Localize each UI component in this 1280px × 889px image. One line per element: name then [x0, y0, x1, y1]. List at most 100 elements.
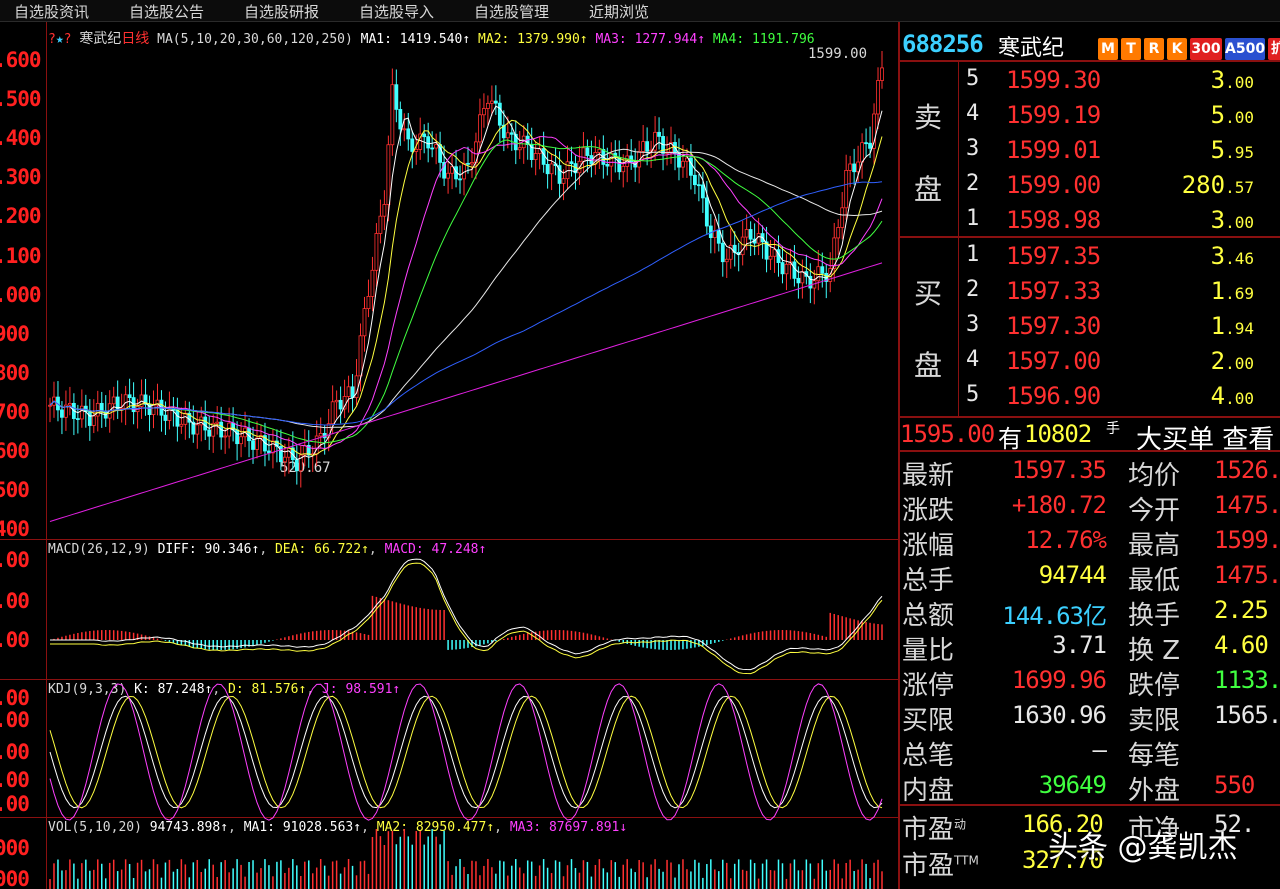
- ask-book: 卖 盘 5 1599.30 3.00 4 1599.19 5.00 3 1599.01 5.95…: [900, 60, 1280, 239]
- candle-body: [458, 178, 462, 181]
- level-volume: 4.00: [1210, 382, 1254, 410]
- ask-level[interactable]: 3 1599.01 5.95: [960, 134, 1280, 169]
- candle-body: [374, 233, 379, 271]
- ask-level[interactable]: 4 1599.19 5.00: [960, 99, 1280, 134]
- stat-value: 4.60: [1214, 631, 1269, 659]
- menu-item-manage[interactable]: 自选股管理: [474, 1, 549, 22]
- candle-body: [183, 412, 188, 425]
- stat-label: 量比: [902, 636, 955, 666]
- menu-item-news[interactable]: 自选股资讯: [14, 1, 89, 22]
- big-buy-qty: 10802: [1024, 420, 1092, 448]
- chart-area[interactable]: .600.500.400.300.200.100.000900800700600…: [0, 22, 898, 889]
- stat-label: 最高: [1128, 531, 1181, 561]
- candle-body: [382, 204, 387, 217]
- candle-body: [880, 67, 884, 81]
- candle-body: [386, 144, 391, 205]
- level-volume: 3.00: [1210, 66, 1254, 94]
- menu-item-recent[interactable]: 近期浏览: [589, 1, 649, 22]
- candle-body: [127, 394, 132, 399]
- candle-body: [207, 429, 212, 437]
- level-price: 1598.98: [1006, 206, 1101, 234]
- bid-level[interactable]: 2 1597.33 1.69: [960, 275, 1280, 310]
- quote-badge-3[interactable]: K: [1167, 38, 1187, 60]
- stat-label: 总笔: [902, 741, 955, 771]
- level-index: 2: [966, 171, 980, 196]
- candle-body: [426, 136, 431, 149]
- ask-level[interactable]: 2 1599.00 280.57: [960, 169, 1280, 204]
- quote-badge-4[interactable]: 300: [1190, 38, 1222, 60]
- stat-row: 总手 94744 最低 1475.: [900, 559, 1280, 596]
- candle-body: [852, 163, 857, 173]
- menu-item-announcements[interactable]: 自选股公告: [129, 1, 204, 22]
- candle-body: [756, 233, 761, 244]
- big-buy-order-row[interactable]: 1595.00 有 10802 手 大买单 查看: [900, 416, 1280, 455]
- stat-value: 3.71: [1052, 631, 1107, 659]
- stat-label: 涨跌: [902, 496, 955, 526]
- quote-badge-5[interactable]: A500: [1225, 38, 1265, 60]
- candle-body: [330, 401, 335, 425]
- stat-label: 内盘: [902, 776, 955, 806]
- ma-line-60: [49, 148, 883, 429]
- candle-body: [203, 416, 208, 431]
- candle-body: [844, 170, 849, 209]
- candle-body: [700, 184, 705, 199]
- menu-item-research[interactable]: 自选股研报: [244, 1, 319, 22]
- ask-level[interactable]: 1 1598.98 3.00: [960, 204, 1280, 239]
- level-price: 1597.30: [1006, 312, 1101, 340]
- candle-body: [517, 147, 522, 151]
- candle-body: [251, 440, 255, 450]
- stat-label: 换手: [1128, 601, 1181, 631]
- candle-body: [720, 242, 725, 263]
- stat-value: 94744: [1038, 561, 1107, 589]
- candle-body: [366, 296, 371, 310]
- stat-value: 1526.: [1214, 456, 1280, 484]
- valuation-label: 市盈动: [902, 815, 967, 845]
- stat-row: 买限 1630.96 卖限 1565.: [900, 699, 1280, 736]
- stat-value: 12.76%: [1025, 526, 1107, 554]
- stat-label: 总手: [902, 566, 955, 596]
- level-volume: 280.57: [1181, 171, 1254, 199]
- ask-label: 盘: [914, 173, 943, 206]
- candle-body: [462, 162, 466, 180]
- candle-body: [406, 128, 411, 140]
- candle-body: [796, 277, 801, 284]
- candle-body: [493, 100, 498, 104]
- stat-row: 涨跌 +180.72 今开 1475.: [900, 489, 1280, 526]
- quote-badge-2[interactable]: R: [1144, 38, 1164, 60]
- big-buy-unit: 手: [1106, 421, 1120, 437]
- stat-label: 换 Z: [1128, 636, 1181, 666]
- quote-badge-1[interactable]: T: [1121, 38, 1141, 60]
- candle-body: [840, 207, 845, 228]
- stat-value: –: [1092, 736, 1107, 764]
- bid-level[interactable]: 4 1597.00 2.00: [960, 345, 1280, 380]
- stat-value: 1475.: [1214, 561, 1280, 589]
- candle-body: [466, 162, 470, 165]
- ask-level[interactable]: 5 1599.30 3.00: [960, 64, 1280, 99]
- stock-name-title: 寒武纪: [998, 36, 1065, 61]
- level-volume: 1.69: [1210, 277, 1254, 305]
- level-price: 1599.01: [1006, 136, 1101, 164]
- candle-body: [422, 133, 427, 138]
- candle-body: [478, 114, 482, 143]
- candle-body: [286, 447, 291, 458]
- stat-label: 每笔: [1128, 741, 1181, 771]
- stat-row: 总额 144.63亿 换手 2.25: [900, 594, 1280, 631]
- menu-item-import[interactable]: 自选股导入: [359, 1, 434, 22]
- quote-title-row: 688256 寒武纪 M T R K 300 A500 扩: [900, 26, 1280, 61]
- candle-body: [87, 411, 92, 426]
- bid-level[interactable]: 1 1597.35 3.46: [960, 240, 1280, 275]
- candle-body: [398, 109, 403, 130]
- bid-level[interactable]: 5 1596.90 4.00: [960, 380, 1280, 415]
- bid-level[interactable]: 3 1597.30 1.94: [960, 310, 1280, 345]
- candle-body: [657, 131, 661, 137]
- candle-body: [294, 459, 299, 472]
- candle-body: [716, 230, 721, 244]
- quote-badge-0[interactable]: M: [1098, 38, 1118, 60]
- quote-badge-6[interactable]: 扩: [1268, 38, 1280, 60]
- level-index: 2: [966, 277, 980, 302]
- ask-label: 卖: [914, 101, 943, 134]
- level-price: 1599.00: [1006, 171, 1101, 199]
- candle-body: [677, 152, 681, 168]
- candle-body: [48, 404, 52, 407]
- stat-label: 最低: [1128, 566, 1181, 596]
